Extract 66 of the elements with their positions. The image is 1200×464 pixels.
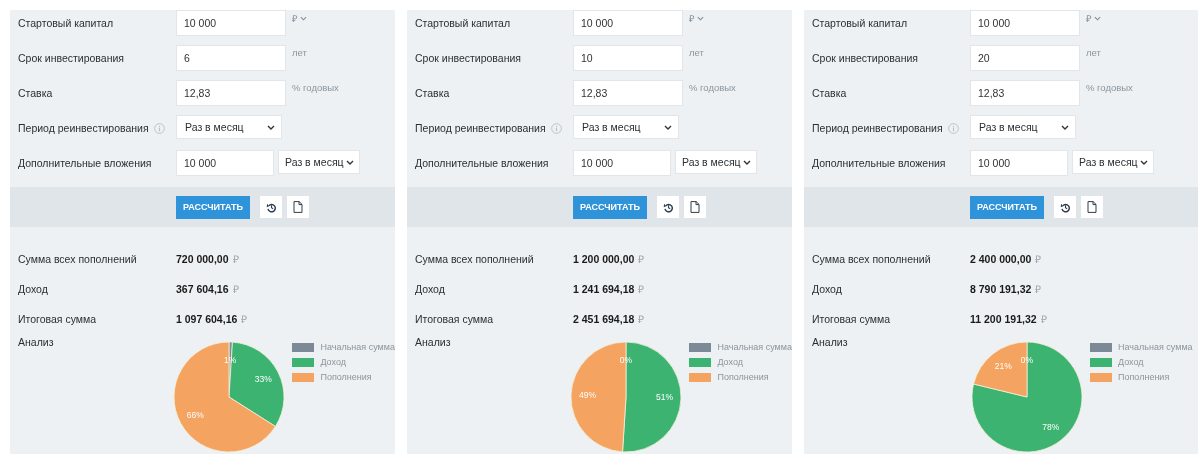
result-label: Сумма всех пополнений bbox=[812, 253, 932, 265]
result-label: Сумма всех пополнений bbox=[18, 253, 138, 265]
field-label: Ставка bbox=[812, 87, 847, 99]
slice-label: 49% bbox=[579, 390, 597, 401]
field-label: Период реинвестирования bbox=[18, 122, 149, 134]
result-label: Итоговая сумма bbox=[415, 313, 495, 325]
field-label: Дополнительные вложения bbox=[18, 157, 152, 169]
field-label: Срок инвестирования bbox=[812, 52, 918, 64]
analysis-label: Анализ bbox=[812, 335, 849, 348]
unit-label: % годовых bbox=[1085, 81, 1133, 93]
legend-label: Пополнения bbox=[717, 372, 769, 382]
result-value: 1 200 000,00 bbox=[573, 253, 635, 265]
legend-label: Начальная сумма bbox=[1118, 342, 1193, 352]
unit-label: % годовых bbox=[688, 81, 736, 93]
result-value: 8 790 191,32 bbox=[970, 283, 1032, 295]
field-label: Стартовый капитал bbox=[18, 17, 114, 29]
result-label: Итоговая сумма bbox=[812, 313, 892, 325]
field-label: Период реинвестирования bbox=[812, 122, 943, 134]
currency-sign: ₽ bbox=[1035, 282, 1042, 296]
slice-label: 33% bbox=[255, 373, 273, 384]
slice-label: 21% bbox=[994, 361, 1012, 371]
slice-label: 51% bbox=[656, 392, 674, 403]
field-label: Ставка bbox=[18, 87, 53, 99]
legend-label: Доход bbox=[1118, 357, 1144, 367]
result-value: 720 000,00 bbox=[176, 253, 229, 265]
field-label: Дополнительные вложения bbox=[812, 157, 946, 169]
legend-label: Пополнения bbox=[320, 372, 372, 382]
result-label: Доход bbox=[415, 283, 446, 295]
unit-label: % годовых bbox=[291, 81, 339, 93]
field-label: Срок инвестирования bbox=[18, 52, 124, 64]
currency-sign: ₽ bbox=[1040, 312, 1047, 326]
field-label: Период реинвестирования bbox=[415, 122, 546, 134]
field-label: Стартовый капитал bbox=[812, 17, 908, 29]
result-value: 1 241 694,18 bbox=[573, 283, 635, 295]
legend-label: Доход bbox=[717, 357, 743, 367]
legend-label: Начальная сумма bbox=[320, 342, 395, 352]
analysis-label: Анализ bbox=[18, 335, 55, 348]
legend-label: Доход bbox=[320, 357, 346, 367]
result-label: Итоговая сумма bbox=[18, 313, 98, 325]
currency-sign: ₽ bbox=[232, 282, 239, 296]
unit-label: лет bbox=[1085, 46, 1101, 58]
currency-sign: ₽ bbox=[638, 312, 645, 326]
unit-label: лет bbox=[291, 46, 307, 58]
field-label: Ставка bbox=[415, 87, 450, 99]
currency-sign: ₽ bbox=[241, 312, 248, 326]
result-value: 11 200 191,32 bbox=[970, 313, 1037, 325]
result-label: Доход bbox=[18, 283, 49, 295]
slice-label: 78% bbox=[1042, 421, 1060, 432]
field-label: Дополнительные вложения bbox=[415, 157, 549, 169]
analysis-label: Анализ bbox=[415, 335, 452, 348]
result-value: 2 400 000,00 bbox=[970, 253, 1032, 265]
field-label: Срок инвестирования bbox=[415, 52, 521, 64]
result-label: Доход bbox=[812, 283, 843, 295]
legend-label: Начальная сумма bbox=[717, 342, 792, 352]
currency-sign: ₽ bbox=[638, 252, 645, 266]
unit-label: лет bbox=[688, 46, 704, 58]
field-label: Стартовый капитал bbox=[415, 17, 511, 29]
currency-sign: ₽ bbox=[1035, 252, 1042, 266]
currency-sign: ₽ bbox=[638, 282, 645, 296]
currency-sign: ₽ bbox=[232, 252, 239, 266]
legend-label: Пополнения bbox=[1118, 372, 1170, 382]
slice-label: 66% bbox=[187, 409, 205, 420]
result-value: 2 451 694,18 bbox=[573, 313, 635, 325]
result-label: Сумма всех пополнений bbox=[415, 253, 535, 265]
result-value: 1 097 604,16 bbox=[176, 313, 238, 325]
result-value: 367 604,16 bbox=[176, 283, 229, 295]
